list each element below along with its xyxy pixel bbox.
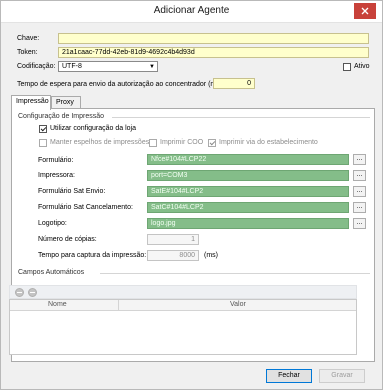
close-icon [361,7,369,15]
config-impressao-title: Configuração de Impressão [18,113,104,120]
sat-envio-input[interactable]: SatE#104#LCP2 [147,186,349,197]
tab-impressao[interactable]: Impressão [11,95,51,110]
copias-input[interactable]: 1 [147,234,199,245]
imprimir-coo-label: Imprimir COO [160,139,204,146]
impressora-browse-button[interactable]: ... [353,170,366,181]
column-divider [118,300,119,311]
ativo-checkbox[interactable] [343,63,351,71]
token-input[interactable]: 21a1caac-77dd-42eb-81d9-4692c4b4d93d [58,47,369,58]
copias-label: Número de cópias: [38,236,97,243]
usar-config-loja-checkbox[interactable] [39,125,47,133]
imprimir-via-label: Imprimir via do estabelecimento [219,139,318,146]
imprimir-via-checkbox[interactable] [208,139,216,147]
sat-envio-browse-button[interactable]: ... [353,186,366,197]
sat-cancelamento-browse-button[interactable]: ... [353,202,366,213]
tempo-captura-unit: (ms) [204,252,218,259]
window-title: Adicionar Agente [153,5,230,16]
campos-toolbar [9,285,357,299]
codificacao-select[interactable]: UTF-8 ▼ [58,61,158,72]
logotipo-label: Logotipo: [38,220,67,227]
chevron-down-icon: ▼ [149,64,155,70]
logotipo-browse-button[interactable]: ... [353,218,366,229]
dialog-window: Adicionar Agente Chave: Token: 21a1caac-… [0,0,383,390]
group-divider [112,117,370,118]
manter-espelhos-checkbox[interactable] [39,139,47,147]
chave-input[interactable] [58,33,369,44]
formulario-input[interactable]: Nfce#104#LCP22 [147,154,349,165]
campos-automaticos-title: Campos Automáticos [18,269,85,276]
ativo-label: Ativo [354,63,370,70]
tempo-captura-label: Tempo para captura da impressão: [38,252,147,259]
column-valor[interactable]: Valor [230,301,246,308]
sat-cancelamento-input[interactable]: SatC#104#LCP2 [147,202,349,213]
impressora-input[interactable]: port=COM3 [147,170,349,181]
manter-espelhos-label: Manter espelhos de impressões [50,139,150,146]
token-label: Token: [17,49,38,56]
campos-grid[interactable]: Nome Valor [9,299,357,355]
gravar-button[interactable]: Gravar [319,369,365,383]
column-nome[interactable]: Nome [48,301,67,308]
sat-envio-label: Formulário Sat Envio: [38,188,106,195]
tempo-espera-input[interactable]: 0 [213,78,255,89]
imprimir-coo-checkbox[interactable] [149,139,157,147]
impressora-label: Impressora: [38,172,75,179]
remove-icon[interactable] [28,288,37,297]
tempo-espera-label: Tempo de espera para envio da autorizaçã… [17,81,225,88]
fechar-button[interactable]: Fechar [266,369,312,383]
logotipo-input[interactable]: logo.jpg [147,218,349,229]
title-bar: Adicionar Agente [1,1,382,23]
close-button[interactable] [354,3,376,19]
codificacao-label: Codificação: [17,63,56,70]
chave-label: Chave: [17,35,40,42]
group-divider [100,273,370,274]
usar-config-loja-label: Utilizar configuração da loja [50,125,136,132]
sat-cancelamento-label: Formulário Sat Cancelamento: [38,204,133,211]
tempo-captura-input[interactable]: 8000 [147,250,199,261]
grid-header: Nome Valor [10,300,356,311]
remove-icon[interactable] [15,288,24,297]
formulario-browse-button[interactable]: ... [353,154,366,165]
formulario-label: Formulário: [38,157,74,164]
codificacao-value: UTF-8 [62,63,82,70]
